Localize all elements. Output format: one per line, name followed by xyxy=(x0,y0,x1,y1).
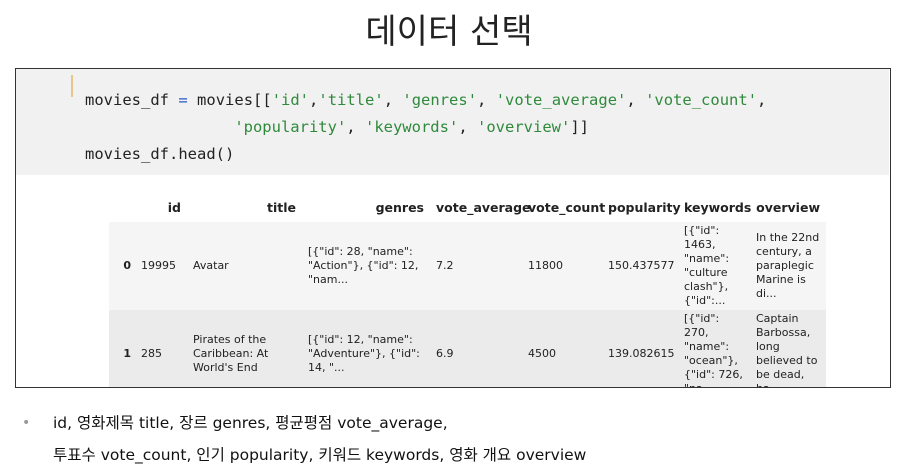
code-call: movies[[ xyxy=(197,91,272,109)
cell-genres: [{"id": 28, "name": "Action"}, {"id": 12… xyxy=(302,222,430,310)
code-assign-op: = xyxy=(178,91,188,109)
dataframe-output: id title genres vote_average vote_count … xyxy=(109,192,826,387)
cell-vote-average: 6.9 xyxy=(430,310,522,387)
dataframe-table: id title genres vote_average vote_count … xyxy=(109,192,826,387)
column-header: genres xyxy=(302,192,430,222)
code-str: 'vote_average' xyxy=(495,91,627,109)
column-header: vote_count xyxy=(522,192,605,222)
cell-popularity: 139.082615 xyxy=(602,310,678,387)
table-row: 1 285 Pirates of the Caribbean: At World… xyxy=(109,310,826,387)
slide-title: 데이터 선택 xyxy=(365,12,533,52)
code-str: 'title' xyxy=(318,91,384,109)
column-header: keywords xyxy=(678,192,751,222)
cell-vote-count: 11800 xyxy=(522,222,602,310)
cell-title: Pirates of the Caribbean: At World's End xyxy=(187,310,302,387)
cell-vote-count: 4500 xyxy=(522,310,602,387)
code-str: 'keywords' xyxy=(364,118,459,136)
cell-vote-average: 7.2 xyxy=(430,222,522,310)
row-index: 0 xyxy=(109,222,135,310)
column-header: id xyxy=(135,192,187,222)
row-index: 1 xyxy=(109,310,135,387)
cell-keywords: [{"id": 270, "name": "ocean"}, {"id": 72… xyxy=(678,310,750,387)
cell-id: 285 xyxy=(135,310,187,387)
code-str: 'overview' xyxy=(477,118,571,136)
cell-overview: In the 22nd century, a paraplegic Marine… xyxy=(750,222,826,310)
bullet-line: 투표수 vote_count, 인기 popularity, 키워드 keywo… xyxy=(53,446,587,464)
column-header: title xyxy=(187,192,302,222)
bullet-marker: • xyxy=(22,415,31,431)
code-str: 'vote_count' xyxy=(645,91,758,109)
code-sep: , xyxy=(346,118,356,136)
code-sep: , xyxy=(477,91,487,109)
code-sep: , xyxy=(383,91,394,109)
text-cursor xyxy=(71,75,73,97)
code-str: 'genres' xyxy=(402,91,478,109)
cell-overview: Captain Barbossa, long believed to be de… xyxy=(750,310,826,387)
code-sep: , xyxy=(626,91,636,109)
code-close: ]] xyxy=(570,118,589,136)
table-header-row: id title genres vote_average vote_count … xyxy=(109,192,826,222)
cell-title: Avatar xyxy=(187,222,302,310)
cell-keywords: [{"id": 1463, "name": "culture clash"}, … xyxy=(678,222,750,310)
code-var: movies_df xyxy=(85,91,169,109)
column-header: popularity xyxy=(602,192,681,222)
code-str: 'id' xyxy=(271,91,310,109)
code-sep: , xyxy=(757,91,767,109)
code-sep: , xyxy=(309,91,319,109)
cell-id: 19995 xyxy=(135,222,187,310)
code-str: 'popularity' xyxy=(234,118,347,136)
notebook-frame: movies_df = movies[['id','title', 'genre… xyxy=(15,68,891,388)
bullet-line: id, 영화제목 title, 장르 genres, 평균평점 vote_ave… xyxy=(53,414,448,432)
cell-popularity: 150.437577 xyxy=(602,222,678,310)
code-sep: , xyxy=(458,118,468,136)
code-cell[interactable]: movies_df = movies[['id','title', 'genre… xyxy=(16,69,889,175)
table-row: 0 19995 Avatar [{"id": 28, "name": "Acti… xyxy=(109,222,826,310)
code-line-3: movies_df.head() xyxy=(85,145,235,163)
column-header: overview xyxy=(750,192,826,222)
column-header: vote_average xyxy=(430,192,531,222)
column-header-index xyxy=(109,192,135,222)
code-lines: movies_df = movies[['id','title', 'genre… xyxy=(85,87,766,168)
cell-genres: [{"id": 12, "name": "Adventure"}, {"id":… xyxy=(302,310,430,387)
